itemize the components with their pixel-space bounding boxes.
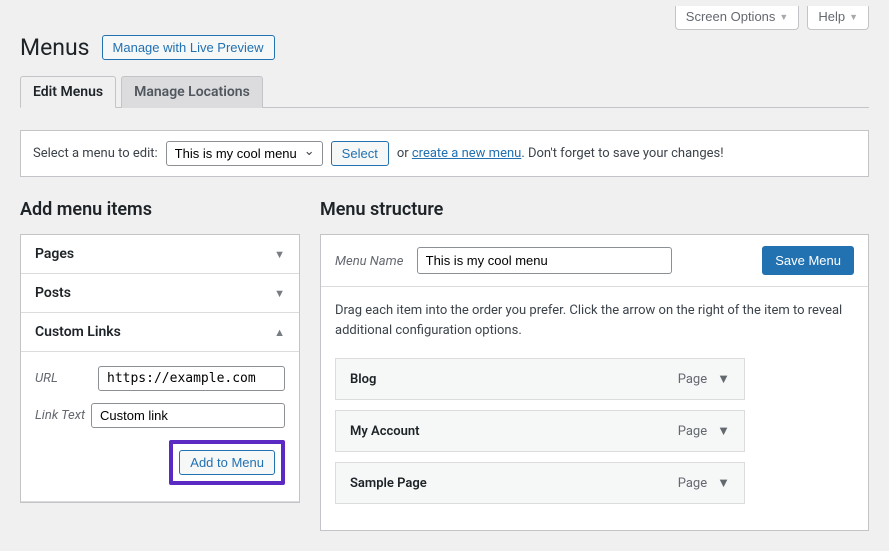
caret-up-icon: ▲ — [274, 326, 285, 339]
accordion-posts[interactable]: Posts ▼ — [21, 274, 299, 313]
menu-item-label: Sample Page — [350, 476, 427, 491]
live-preview-button[interactable]: Manage with Live Preview — [102, 35, 275, 60]
accordion-custom-links-label: Custom Links — [35, 324, 121, 340]
tab-edit-menus[interactable]: Edit Menus — [20, 76, 116, 108]
custom-links-panel: URL Link Text Add to Menu — [21, 352, 299, 502]
help-label: Help — [818, 9, 845, 24]
or-text: or — [397, 146, 409, 161]
menu-item-label: My Account — [350, 424, 420, 439]
url-input[interactable] — [98, 366, 285, 391]
menu-item-type: Page — [678, 372, 707, 387]
caret-down-icon: ▼ — [274, 287, 285, 300]
caret-down-icon: ▼ — [274, 248, 285, 261]
tabs: Edit Menus Manage Locations — [20, 75, 869, 108]
help-button[interactable]: Help ▼ — [807, 6, 869, 30]
menu-item[interactable]: My Account Page ▼ — [335, 410, 745, 452]
chevron-down-icon: ▼ — [849, 12, 858, 22]
menu-instructions: Drag each item into the order you prefer… — [335, 301, 854, 340]
url-label: URL — [35, 371, 98, 386]
screen-options-button[interactable]: Screen Options ▼ — [675, 6, 800, 30]
select-menu-label: Select a menu to edit: — [33, 146, 158, 161]
screen-options-label: Screen Options — [686, 9, 776, 24]
caret-down-icon[interactable]: ▼ — [717, 423, 730, 439]
save-menu-button[interactable]: Save Menu — [762, 246, 854, 275]
tab-manage-locations[interactable]: Manage Locations — [121, 76, 263, 108]
select-menu-bar: Select a menu to edit: This is my cool m… — [20, 130, 869, 177]
menu-name-input[interactable] — [417, 247, 672, 274]
menu-item-type: Page — [678, 476, 707, 491]
menu-name-label: Menu Name — [335, 254, 403, 269]
add-items-heading: Add menu items — [20, 199, 300, 220]
menu-item-type: Page — [678, 424, 707, 439]
create-menu-link[interactable]: create a new menu — [412, 146, 521, 161]
menu-structure-heading: Menu structure — [320, 199, 869, 220]
menu-select[interactable]: This is my cool menu — [166, 141, 323, 166]
caret-down-icon[interactable]: ▼ — [717, 475, 730, 491]
menu-item-label: Blog — [350, 372, 376, 387]
accordion-posts-label: Posts — [35, 285, 71, 301]
accordion-pages[interactable]: Pages ▼ — [21, 235, 299, 274]
caret-down-icon[interactable]: ▼ — [717, 371, 730, 387]
chevron-down-icon: ▼ — [779, 12, 788, 22]
select-button[interactable]: Select — [331, 141, 389, 166]
menu-item[interactable]: Blog Page ▼ — [335, 358, 745, 400]
highlight-box: Add to Menu — [169, 440, 285, 485]
accordion-pages-label: Pages — [35, 246, 74, 262]
menu-item[interactable]: Sample Page Page ▼ — [335, 462, 745, 504]
link-text-input[interactable] — [91, 403, 285, 428]
add-to-menu-button[interactable]: Add to Menu — [179, 450, 275, 475]
link-text-label: Link Text — [35, 408, 91, 423]
accordion-custom-links[interactable]: Custom Links ▲ — [21, 313, 299, 352]
page-title: Menus — [20, 34, 90, 61]
select-suffix: . Don't forget to save your changes! — [521, 146, 723, 161]
